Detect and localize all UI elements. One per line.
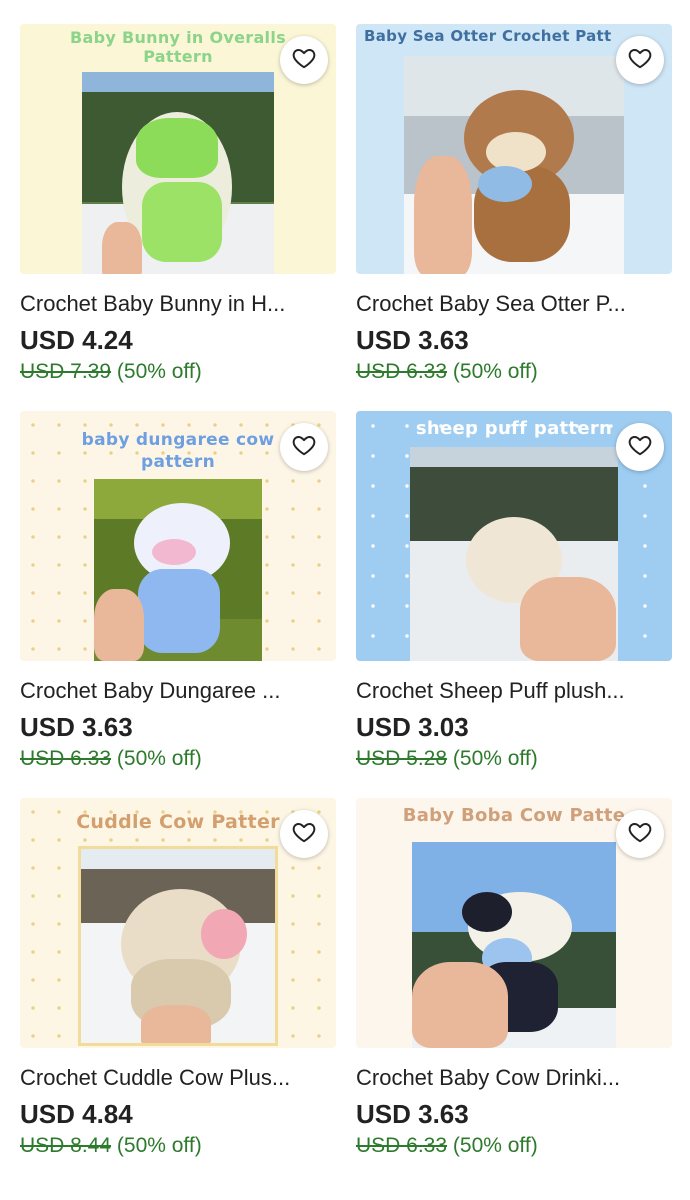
heart-outline-icon	[627, 432, 653, 463]
discount-row: USD 7.39 (50% off)	[20, 358, 336, 386]
listing-title[interactable]: Crochet Baby Bunny in H...	[20, 290, 336, 318]
heart-outline-icon	[291, 432, 317, 463]
listing-price: USD 3.03	[356, 712, 469, 742]
photo	[82, 72, 274, 274]
listing-image[interactable]: Baby Bunny in Overalls Pattern	[20, 24, 336, 274]
photo	[78, 846, 278, 1046]
photo	[404, 56, 624, 274]
listing-card[interactable]: Baby Sea Otter Crochet Patt Crochet Baby…	[356, 24, 672, 386]
discount-percent: (50% off)	[116, 1134, 202, 1157]
original-price: USD 8.44	[20, 1134, 112, 1157]
photo	[412, 842, 616, 1048]
heart-outline-icon	[291, 45, 317, 76]
listing-card[interactable]: sheep puff pattern Crochet Sheep Puff pl…	[356, 411, 672, 773]
heart-outline-icon	[627, 45, 653, 76]
discount-row: USD 6.33 (50% off)	[356, 358, 672, 386]
listing-price: USD 4.24	[20, 325, 133, 355]
favorite-button[interactable]	[280, 810, 328, 858]
original-price: USD 6.33	[356, 360, 448, 383]
discount-percent: (50% off)	[116, 747, 202, 770]
listing-image[interactable]: Baby Boba Cow Patte	[356, 798, 672, 1048]
discount-percent: (50% off)	[452, 747, 538, 770]
listing-price: USD 4.84	[20, 1099, 133, 1129]
listing-card[interactable]: Baby Boba Cow Patte Crochet Baby Cow Dri…	[356, 798, 672, 1160]
discount-row: USD 8.44 (50% off)	[20, 1132, 336, 1160]
listing-grid: Baby Bunny in Overalls Pattern Crochet B…	[0, 0, 690, 1200]
original-price: USD 7.39	[20, 360, 112, 383]
heart-outline-icon	[627, 819, 653, 850]
listing-card[interactable]: Cuddle Cow Patter Crochet Cuddle Cow Plu…	[20, 798, 336, 1160]
listing-title[interactable]: Crochet Baby Dungaree ...	[20, 677, 336, 705]
listing-card[interactable]: Baby Bunny in Overalls Pattern Crochet B…	[20, 24, 336, 386]
original-price: USD 5.28	[356, 747, 448, 770]
listing-title[interactable]: Crochet Baby Cow Drinki...	[356, 1064, 672, 1092]
discount-row: USD 6.33 (50% off)	[20, 745, 336, 773]
heart-outline-icon	[291, 819, 317, 850]
listing-image[interactable]: baby dungaree cow pattern	[20, 411, 336, 661]
listing-price: USD 3.63	[20, 712, 133, 742]
favorite-button[interactable]	[616, 423, 664, 471]
listing-price: USD 3.63	[356, 325, 469, 355]
listing-title[interactable]: Crochet Sheep Puff plush...	[356, 677, 672, 705]
listing-image[interactable]: Baby Sea Otter Crochet Patt	[356, 24, 672, 274]
discount-percent: (50% off)	[452, 360, 538, 383]
listing-price: USD 3.63	[356, 1099, 469, 1129]
original-price: USD 6.33	[356, 1134, 448, 1157]
listing-title[interactable]: Crochet Cuddle Cow Plus...	[20, 1064, 336, 1092]
original-price: USD 6.33	[20, 747, 112, 770]
favorite-button[interactable]	[280, 423, 328, 471]
discount-percent: (50% off)	[452, 1134, 538, 1157]
favorite-button[interactable]	[280, 36, 328, 84]
photo	[410, 447, 618, 661]
favorite-button[interactable]	[616, 36, 664, 84]
discount-percent: (50% off)	[116, 360, 202, 383]
photo	[94, 479, 262, 661]
listing-image[interactable]: sheep puff pattern	[356, 411, 672, 661]
discount-row: USD 6.33 (50% off)	[356, 1132, 672, 1160]
listing-card[interactable]: baby dungaree cow pattern Crochet Baby D…	[20, 411, 336, 773]
favorite-button[interactable]	[616, 810, 664, 858]
discount-row: USD 5.28 (50% off)	[356, 745, 672, 773]
listing-title[interactable]: Crochet Baby Sea Otter P...	[356, 290, 672, 318]
listing-image[interactable]: Cuddle Cow Patter	[20, 798, 336, 1048]
